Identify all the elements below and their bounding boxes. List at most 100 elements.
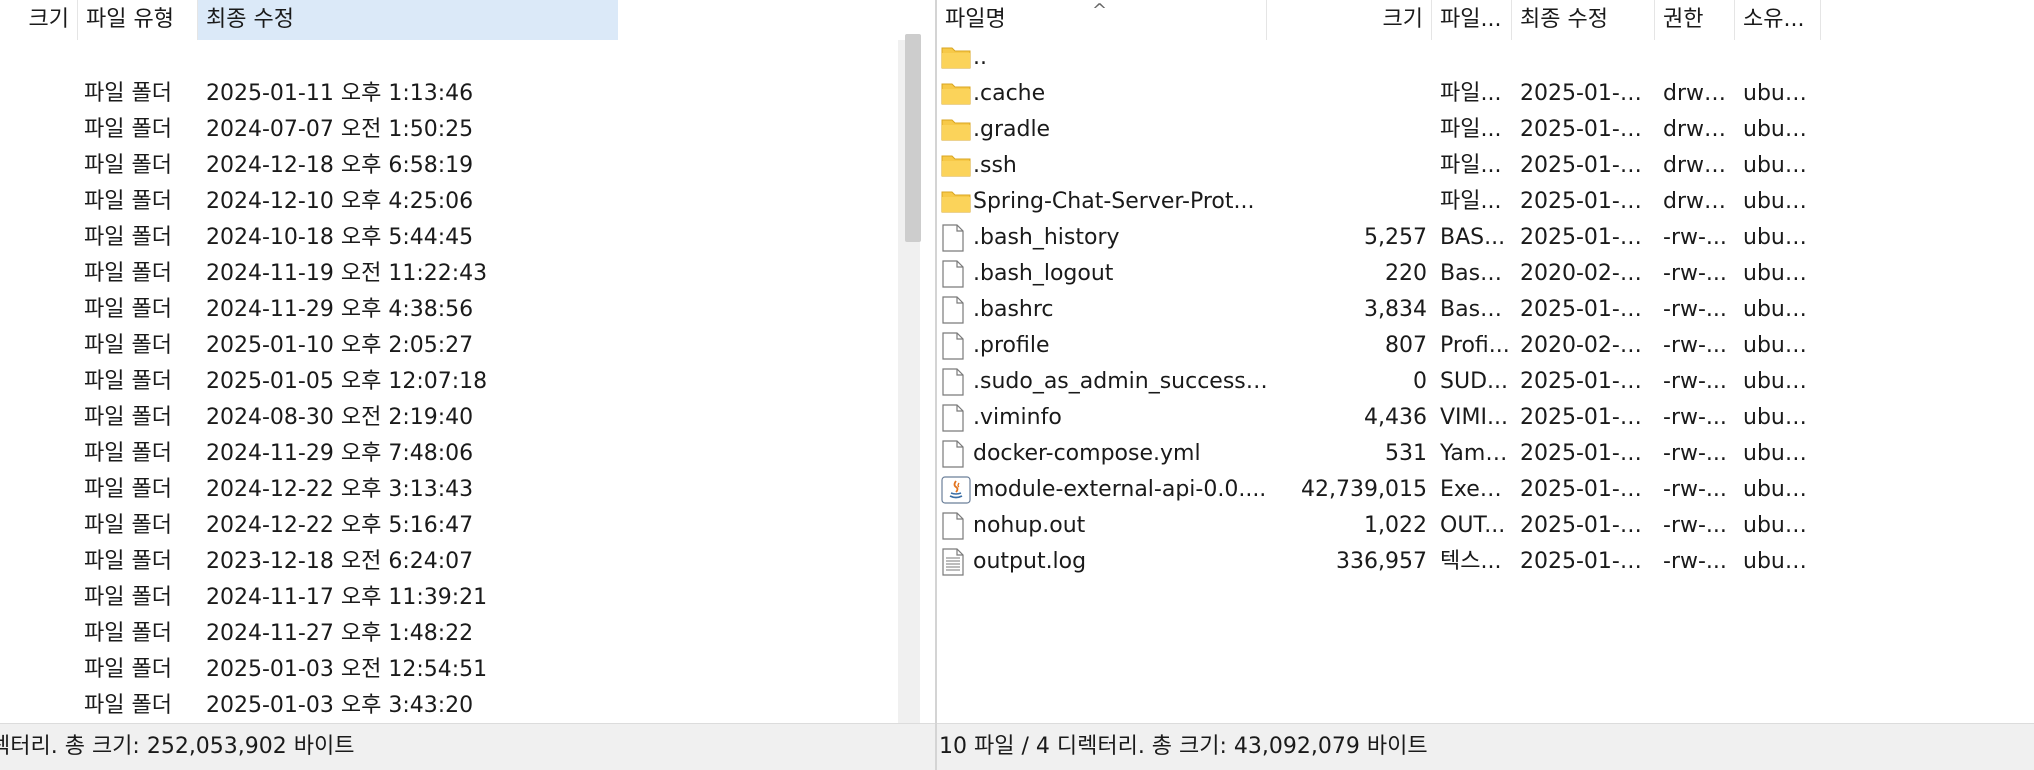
table-row[interactable]: 파일 폴더 2024-11-29 오후 7:48:06 [0, 436, 935, 472]
text-file-icon [941, 548, 971, 576]
java-icon [941, 476, 971, 504]
owner-cell: ubun... [1743, 297, 1819, 322]
file-type-cell: 파일 폴더 [84, 333, 172, 358]
folder-icon [941, 116, 971, 144]
column-header-modified[interactable]: 최종 수정 [1512, 0, 1655, 40]
permissions-cell: drwx... [1663, 117, 1735, 142]
file-type-cell [84, 40, 200, 76]
file-size-cell: 1,022 [1364, 513, 1427, 538]
table-row[interactable]: 파일 폴더 2025-01-03 오전 12:54:51 [0, 652, 935, 688]
file-type-cell: 파일 폴더 [84, 657, 172, 682]
table-row[interactable]: .. [937, 40, 2034, 76]
file-type-cell [1440, 40, 1512, 76]
table-row[interactable]: .viminfo 4,436 VIMI... 2025-01-0... -rw-... u… [937, 400, 2034, 436]
modified-cell: 2024-07-07 오전 1:50:25 [206, 117, 474, 142]
column-header-permissions[interactable]: 권한 [1655, 0, 1735, 40]
owner-cell [1743, 40, 1819, 76]
table-row[interactable]: Spring-Chat-Server-Prot... 파일... 2025-01-0… [937, 184, 2034, 220]
modified-cell: 2024-11-27 오후 1:48:22 [206, 621, 474, 646]
file-name-cell: .gradle [973, 117, 1051, 142]
table-row[interactable] [0, 40, 935, 76]
table-row[interactable]: 파일 폴더 2024-07-07 오전 1:50:25 [0, 112, 935, 148]
table-row[interactable]: 파일 폴더 2025-01-10 오후 2:05:27 [0, 328, 935, 364]
owner-cell: ubun... [1743, 369, 1819, 394]
table-row[interactable]: .bash_history 5,257 BAS... 2025-01-1... -rw-… [937, 220, 2034, 256]
permissions-cell: drwx... [1663, 81, 1735, 106]
file-size-cell: 220 [1385, 261, 1427, 286]
table-row[interactable]: 파일 폴더 2024-11-19 오전 11:22:43 [0, 256, 935, 292]
file-name-cell: docker-compose.yml [973, 441, 1201, 466]
column-header-size[interactable]: 크기 [0, 0, 78, 40]
modified-cell: 2025-01-1... [1520, 549, 1654, 574]
permissions-cell: -rw-... [1663, 225, 1727, 250]
sort-ascending-icon: ^ [1092, 0, 1108, 21]
file-size-cell: 3,834 [1364, 297, 1427, 322]
column-header-type[interactable]: 파일... [1432, 0, 1512, 40]
file-name-cell: output.log [973, 549, 1087, 574]
table-row[interactable]: 파일 폴더 2025-01-11 오후 1:13:46 [0, 76, 935, 112]
column-header-size[interactable]: 크기 [1267, 0, 1432, 40]
file-type-cell: 파일 폴더 [84, 81, 172, 106]
table-row[interactable]: .bashrc 3,834 Bash... 2025-01-0... -rw-... ub… [937, 292, 2034, 328]
folder-icon [941, 80, 971, 108]
file-size-cell: 4,436 [1364, 405, 1427, 430]
file-size-cell: 336,957 [1336, 549, 1427, 574]
table-row[interactable]: output.log 336,957 텍스... 2025-01-1... -rw-..… [937, 544, 2034, 580]
folder-icon [941, 152, 971, 180]
modified-cell: 2025-01-0... [1520, 441, 1654, 466]
file-type-cell: 파일... [1440, 81, 1502, 106]
permissions-cell: -rw-... [1663, 261, 1727, 286]
table-row[interactable]: nohup.out 1,022 OUT... 2025-01-1... -rw-... u… [937, 508, 2034, 544]
column-header-type[interactable]: 파일 유형 [78, 0, 198, 40]
table-row[interactable]: .cache 파일... 2025-01-0... drwx... ubun... [937, 76, 2034, 112]
modified-cell: 2025-01-1... [1520, 513, 1654, 538]
owner-cell: ubun... [1743, 153, 1819, 178]
table-row[interactable]: 파일 폴더 2023-12-18 오전 6:24:07 [0, 544, 935, 580]
table-row[interactable]: .sudo_as_admin_successful 0 SUD... 2025-01-… [937, 364, 2034, 400]
table-row[interactable]: 파일 폴더 2024-12-22 오후 5:16:47 [0, 508, 935, 544]
table-row[interactable]: 파일 폴더 2024-12-22 오후 3:13:43 [0, 472, 935, 508]
scrollbar-thumb[interactable] [905, 34, 921, 242]
modified-cell: 2025-01-1... [1520, 477, 1654, 502]
file-name-cell: Spring-Chat-Server-Prot... [973, 189, 1255, 214]
table-row[interactable]: 파일 폴더 2024-12-18 오후 6:58:19 [0, 148, 935, 184]
table-row[interactable]: .gradle 파일... 2025-01-0... drwx... ubun... [937, 112, 2034, 148]
file-icon [941, 404, 971, 432]
file-size-cell [1267, 112, 1427, 148]
file-type-cell: 파일 폴더 [84, 513, 172, 538]
table-row[interactable]: 파일 폴더 2024-10-18 오후 5:44:45 [0, 220, 935, 256]
modified-cell: 2024-12-22 오후 3:13:43 [206, 477, 474, 502]
table-row[interactable]: 파일 폴더 2024-11-17 오후 11:39:21 [0, 580, 935, 616]
modified-cell: 2024-12-22 오후 5:16:47 [206, 513, 474, 538]
table-row[interactable]: 파일 폴더 2024-12-10 오후 4:25:06 [0, 184, 935, 220]
modified-cell: 2025-01-1... [1520, 225, 1654, 250]
file-type-cell: Bash... [1440, 297, 1512, 322]
table-row[interactable]: .ssh 파일... 2025-01-0... drwx... ubun... [937, 148, 2034, 184]
table-row[interactable]: .bash_logout 220 Bash... 2020-02-2... -rw-..… [937, 256, 2034, 292]
table-row[interactable]: docker-compose.yml 531 Yaml... 2025-01-0...… [937, 436, 2034, 472]
table-row[interactable]: 파일 폴더 2024-11-27 오후 1:48:22 [0, 616, 935, 652]
file-name-cell: .ssh [973, 153, 1017, 178]
table-row[interactable]: module-external-api-0.0.... 42,739,015 Exe… [937, 472, 2034, 508]
table-row[interactable]: 파일 폴더 2024-11-29 오후 4:38:56 [0, 292, 935, 328]
modified-cell: 2024-12-18 오후 6:58:19 [206, 153, 474, 178]
file-icon [941, 368, 971, 396]
column-header-owner[interactable]: 소유... [1735, 0, 1821, 40]
modified-cell: 2024-11-19 오전 11:22:43 [206, 261, 488, 286]
permissions-cell: -rw-... [1663, 549, 1727, 574]
modified-cell: 2020-02-2... [1520, 333, 1654, 358]
file-type-cell: SUD... [1440, 369, 1508, 394]
table-row[interactable]: .profile 807 Profi... 2020-02-2... -rw-... ub… [937, 328, 2034, 364]
file-type-cell: Profi... [1440, 333, 1510, 358]
modified-cell: 2025-01-11 오후 1:13:46 [206, 81, 474, 106]
table-row[interactable]: 파일 폴더 2024-08-30 오전 2:19:40 [0, 400, 935, 436]
file-name-cell: .bash_history [973, 225, 1120, 250]
table-row[interactable]: 파일 폴더 2025-01-03 오후 3:43:20 [0, 688, 935, 724]
modified-cell: 2024-11-29 오후 4:38:56 [206, 297, 474, 322]
table-row[interactable]: 파일 폴더 2025-01-05 오후 12:07:18 [0, 364, 935, 400]
file-type-cell: 파일 폴더 [84, 117, 172, 142]
file-size-cell: 531 [1385, 441, 1427, 466]
local-status-bar: 렉터리. 총 크기: 252,053,902 바이트 [0, 723, 935, 770]
column-header-modified[interactable]: 최종 수정 [198, 0, 618, 40]
remote-column-header: 파일명 크기 파일... 최종 수정 권한 소유... ^ [937, 0, 2034, 40]
